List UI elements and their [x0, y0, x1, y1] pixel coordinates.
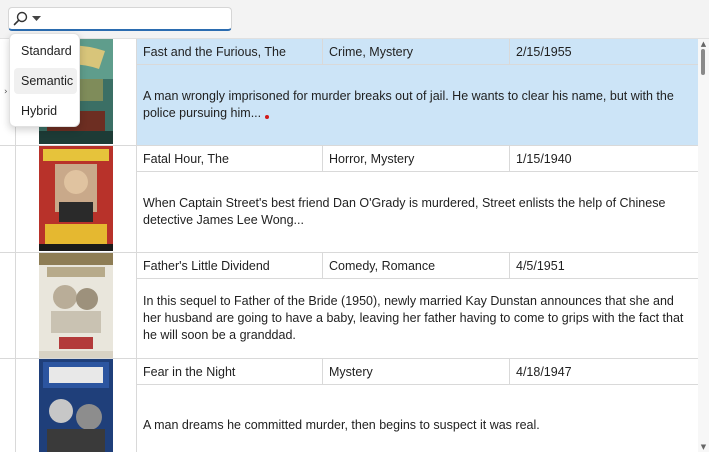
row-header[interactable] — [0, 253, 16, 358]
movie-genre[interactable]: Mystery — [323, 359, 510, 385]
row-indicator-icon: › — [4, 87, 8, 97]
movie-poster — [39, 146, 113, 251]
search-toolbar — [0, 0, 709, 39]
movie-title[interactable]: Fatal Hour, The — [137, 146, 323, 172]
poster-cell — [16, 146, 137, 252]
movie-poster — [39, 253, 113, 358]
search-icon — [13, 11, 29, 27]
table-row[interactable]: › Fast and the Furious, The Crime, Myste… — [0, 39, 698, 146]
poster-cell — [16, 359, 137, 452]
movie-info: Father's Little Dividend Comedy, Romance… — [137, 253, 698, 279]
movie-release-date[interactable]: 4/18/1947 — [510, 359, 698, 385]
movie-genre[interactable]: Horror, Mystery — [323, 146, 510, 172]
movie-grid: › Fast and the Furious, The Crime, Myste… — [0, 39, 698, 452]
movie-description[interactable]: In this sequel to Father of the Bride (1… — [137, 279, 698, 358]
search-mode-semantic[interactable]: Semantic — [14, 68, 77, 94]
table-row[interactable]: Fear in the Night Mystery 4/18/1947 A ma… — [0, 359, 698, 452]
search-mode-menu: Standard Semantic Hybrid — [9, 33, 80, 127]
scroll-up-icon[interactable]: ▲ — [698, 39, 709, 49]
table-row[interactable]: Fatal Hour, The Horror, Mystery 1/15/194… — [0, 146, 698, 253]
search-mode-standard[interactable]: Standard — [14, 38, 77, 64]
search-mode-button[interactable] — [13, 10, 47, 28]
scrollbar-thumb[interactable] — [701, 49, 705, 75]
search-input[interactable] — [49, 10, 227, 28]
movie-release-date[interactable]: 4/5/1951 — [510, 253, 698, 279]
movie-title[interactable]: Fear in the Night — [137, 359, 323, 385]
movie-description[interactable]: When Captain Street's best friend Dan O'… — [137, 172, 698, 252]
movie-info: Fear in the Night Mystery 4/18/1947 — [137, 359, 698, 385]
movie-genre[interactable]: Comedy, Romance — [323, 253, 510, 279]
movie-release-date[interactable]: 1/15/1940 — [510, 146, 698, 172]
movie-info: Fatal Hour, The Horror, Mystery 1/15/194… — [137, 146, 698, 172]
poster-cell — [16, 253, 137, 358]
row-header[interactable] — [0, 146, 16, 252]
movie-genre[interactable]: Crime, Mystery — [323, 39, 510, 65]
table-row[interactable]: Father's Little Dividend Comedy, Romance… — [0, 253, 698, 359]
chevron-down-icon — [32, 16, 41, 22]
mouse-cursor-marker — [265, 115, 269, 119]
movie-description[interactable]: A man wrongly imprisoned for murder brea… — [137, 65, 698, 145]
vertical-scrollbar[interactable]: ▲ ▼ — [698, 39, 709, 452]
movie-description[interactable]: A man dreams he committed murder, then b… — [137, 385, 698, 452]
movie-info: Fast and the Furious, The Crime, Mystery… — [137, 39, 698, 65]
movie-release-date[interactable]: 2/15/1955 — [510, 39, 698, 65]
search-mode-hybrid[interactable]: Hybrid — [14, 98, 77, 124]
row-header[interactable] — [0, 359, 16, 452]
movie-title[interactable]: Father's Little Dividend — [137, 253, 323, 279]
movie-title[interactable]: Fast and the Furious, The — [137, 39, 323, 65]
scroll-down-icon[interactable]: ▼ — [698, 442, 709, 452]
search-box[interactable] — [8, 7, 232, 31]
movie-poster — [39, 359, 113, 452]
